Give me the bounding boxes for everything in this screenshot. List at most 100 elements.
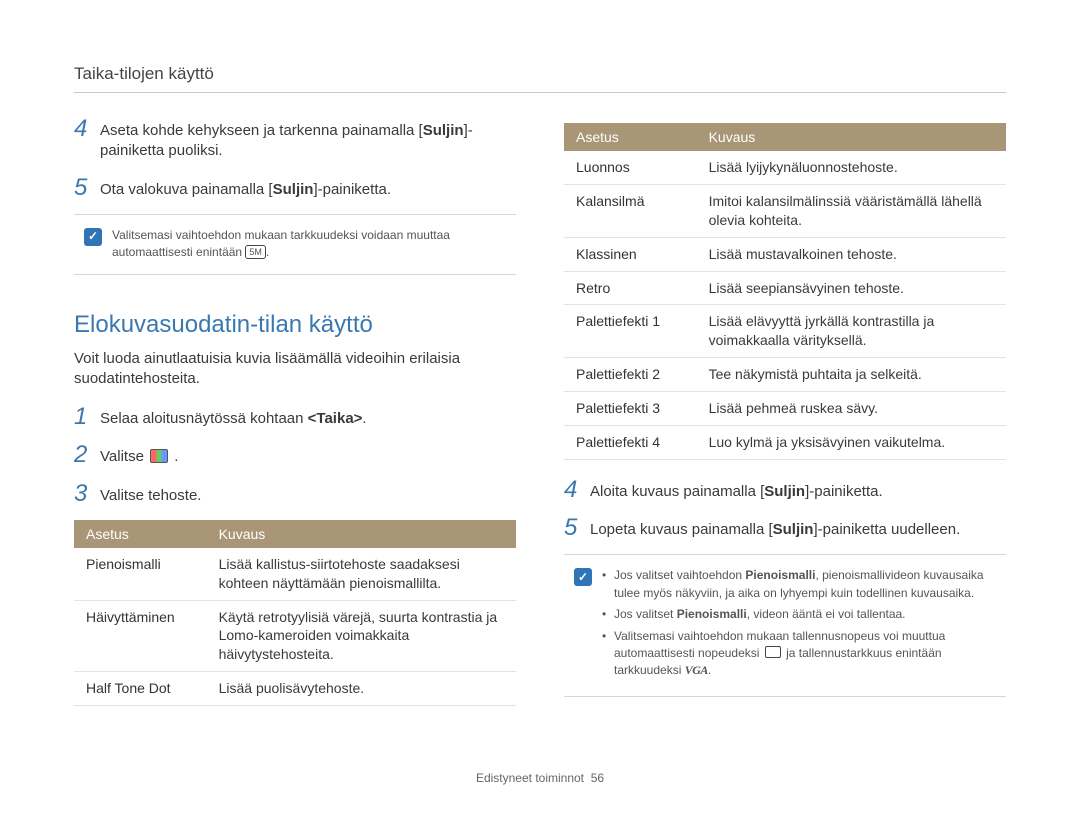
options-table-right: Asetus Kuvaus LuonnosLisää lyijykynäluon… bbox=[564, 123, 1006, 460]
note-box-right: ✓ Jos valitset vaihtoehdon Pienoismalli,… bbox=[564, 554, 1006, 696]
text-bold: <Taika> bbox=[308, 410, 363, 427]
text: Jos valitset bbox=[614, 607, 677, 621]
cell-desc: Imitoi kalansilmälinssiä vääristämällä l… bbox=[697, 184, 1006, 237]
th-asetus: Asetus bbox=[74, 520, 207, 548]
text-bold: Pienoismalli bbox=[745, 568, 815, 582]
step-number: 3 bbox=[74, 482, 90, 506]
table-row: Palettiefekti 3Lisää pehmeä ruskea sävy. bbox=[564, 392, 1006, 426]
th-kuvaus: Kuvaus bbox=[207, 520, 516, 548]
vga-label: VGA bbox=[685, 663, 708, 677]
table-row: Pienoismalli Lisää kallistus-siirtotehos… bbox=[74, 548, 516, 600]
text-bold: Suljin bbox=[773, 521, 814, 538]
cell-setting: Kalansilmä bbox=[564, 184, 697, 237]
step-number: 4 bbox=[74, 117, 90, 162]
text: Aseta kohde kehykseen ja tarkenna painam… bbox=[100, 122, 423, 139]
cell-desc: Lisää elävyyttä jyrkällä kontrastilla ja… bbox=[697, 305, 1006, 358]
cell-setting: Palettiefekti 4 bbox=[564, 426, 697, 460]
text-bold: Pienoismalli bbox=[677, 607, 747, 621]
note-box: ✓ Valitsemasi vaihtoehdon mukaan tarkkuu… bbox=[74, 214, 516, 275]
text: . bbox=[362, 410, 366, 427]
step-1: 1 Selaa aloitusnäytössä kohtaan <Taika>. bbox=[74, 405, 516, 429]
step-number: 1 bbox=[74, 405, 90, 429]
note-icon: ✓ bbox=[84, 228, 102, 246]
cell-setting: Klassinen bbox=[564, 237, 697, 271]
cell-desc: Lisää lyijykynäluonnostehoste. bbox=[697, 151, 1006, 184]
table-row: RetroLisää seepiansävyinen tehoste. bbox=[564, 271, 1006, 305]
right-column: Asetus Kuvaus LuonnosLisää lyijykynäluon… bbox=[564, 117, 1006, 706]
step-text: Valitse tehoste. bbox=[100, 482, 201, 506]
list-item: Jos valitset Pienoismalli, videon ääntä … bbox=[602, 606, 996, 623]
note-icon: ✓ bbox=[574, 568, 592, 586]
text: Valitse bbox=[100, 448, 148, 465]
cell-setting: Häivyttäminen bbox=[74, 600, 207, 672]
section-intro: Voit luoda ainutlaatuisia kuvia lisäämäl… bbox=[74, 349, 516, 390]
note-text: Valitsemasi vaihtoehdon mukaan tarkkuude… bbox=[112, 227, 506, 262]
table-row: KlassinenLisää mustavalkoinen tehoste. bbox=[564, 237, 1006, 271]
text: ]-painiketta uudelleen. bbox=[813, 521, 960, 538]
cell-desc: Luo kylmä ja yksisävyinen vaikutelma. bbox=[697, 426, 1006, 460]
footer-page: 56 bbox=[591, 771, 604, 785]
cell-desc: Lisää puolisävytehoste. bbox=[207, 672, 516, 706]
cell-desc: Tee näkymistä puhtaita ja selkeitä. bbox=[697, 358, 1006, 392]
table-row: Palettiefekti 4Luo kylmä ja yksisävyinen… bbox=[564, 426, 1006, 460]
step-text: Selaa aloitusnäytössä kohtaan <Taika>. bbox=[100, 405, 367, 429]
step-2: 2 Valitse . bbox=[74, 443, 516, 467]
left-column: 4 Aseta kohde kehykseen ja tarkenna pain… bbox=[74, 117, 516, 706]
step-5-top: 5 Ota valokuva painamalla [Suljin]-paini… bbox=[74, 176, 516, 200]
speed-icon bbox=[765, 646, 781, 658]
text: Ota valokuva painamalla [ bbox=[100, 181, 273, 198]
list-item: Valitsemasi vaihtoehdon mukaan tallennus… bbox=[602, 628, 996, 680]
cell-setting: Palettiefekti 2 bbox=[564, 358, 697, 392]
filter-grid-icon bbox=[150, 449, 168, 463]
table-row: Palettiefekti 2Tee näkymistä puhtaita ja… bbox=[564, 358, 1006, 392]
table-row: LuonnosLisää lyijykynäluonnostehoste. bbox=[564, 151, 1006, 184]
cell-setting: Pienoismalli bbox=[74, 548, 207, 600]
step-text: Ota valokuva painamalla [Suljin]-painike… bbox=[100, 176, 391, 200]
cell-setting: Retro bbox=[564, 271, 697, 305]
table-row: Half Tone Dot Lisää puolisävytehoste. bbox=[74, 672, 516, 706]
text: Aloita kuvaus painamalla [ bbox=[590, 483, 764, 500]
text: . bbox=[708, 663, 711, 677]
text: Selaa aloitusnäytössä kohtaan bbox=[100, 410, 308, 427]
step-5-right: 5 Lopeta kuvaus painamalla [Suljin]-pain… bbox=[564, 516, 1006, 540]
table-row: Palettiefekti 1Lisää elävyyttä jyrkällä … bbox=[564, 305, 1006, 358]
th-kuvaus: Kuvaus bbox=[697, 123, 1006, 151]
cell-desc: Lisää kallistus-siirtotehoste saadaksesi… bbox=[207, 548, 516, 600]
text: ]-painiketta. bbox=[313, 181, 391, 198]
text: Lopeta kuvaus painamalla [ bbox=[590, 521, 773, 538]
section-heading: Elokuvasuodatin-tilan käyttö bbox=[74, 311, 516, 339]
cell-setting: Half Tone Dot bbox=[74, 672, 207, 706]
text: , videon ääntä ei voi tallentaa. bbox=[747, 607, 906, 621]
text: Valitsemasi vaihtoehdon mukaan tarkkuude… bbox=[112, 228, 450, 259]
list-item: Jos valitset vaihtoehdon Pienoismalli, p… bbox=[602, 567, 996, 602]
step-4-top: 4 Aseta kohde kehykseen ja tarkenna pain… bbox=[74, 117, 516, 162]
text-bold: Suljin bbox=[273, 181, 314, 198]
options-table-left: Asetus Kuvaus Pienoismalli Lisää kallist… bbox=[74, 520, 516, 706]
text-bold: Suljin bbox=[764, 483, 805, 500]
step-4-right: 4 Aloita kuvaus painamalla [Suljin]-pain… bbox=[564, 478, 1006, 502]
step-number: 4 bbox=[564, 478, 580, 502]
cell-setting: Palettiefekti 1 bbox=[564, 305, 697, 358]
cell-desc: Lisää mustavalkoinen tehoste. bbox=[697, 237, 1006, 271]
badge-5m: 5M bbox=[245, 245, 266, 259]
cell-desc: Lisää pehmeä ruskea sävy. bbox=[697, 392, 1006, 426]
text: Jos valitset vaihtoehdon bbox=[614, 568, 745, 582]
page-footer: Edistyneet toiminnot 56 bbox=[0, 771, 1080, 785]
text: . bbox=[170, 448, 178, 465]
cell-desc: Lisää seepiansävyinen tehoste. bbox=[697, 271, 1006, 305]
note-list: Jos valitset vaihtoehdon Pienoismalli, p… bbox=[602, 567, 996, 683]
step-text: Aseta kohde kehykseen ja tarkenna painam… bbox=[100, 117, 516, 162]
step-text: Aloita kuvaus painamalla [Suljin]-painik… bbox=[590, 478, 883, 502]
footer-section: Edistyneet toiminnot bbox=[476, 771, 584, 785]
table-row: KalansilmäImitoi kalansilmälinssiä vääri… bbox=[564, 184, 1006, 237]
page-header: Taika-tilojen käyttö bbox=[74, 64, 1006, 84]
cell-setting: Palettiefekti 3 bbox=[564, 392, 697, 426]
step-3: 3 Valitse tehoste. bbox=[74, 482, 516, 506]
step-number: 5 bbox=[564, 516, 580, 540]
cell-desc: Käytä retrotyylisiä värejä, suurta kontr… bbox=[207, 600, 516, 672]
step-number: 5 bbox=[74, 176, 90, 200]
th-asetus: Asetus bbox=[564, 123, 697, 151]
text-bold: Suljin bbox=[423, 122, 464, 139]
step-number: 2 bbox=[74, 443, 90, 467]
step-text: Valitse . bbox=[100, 443, 178, 467]
